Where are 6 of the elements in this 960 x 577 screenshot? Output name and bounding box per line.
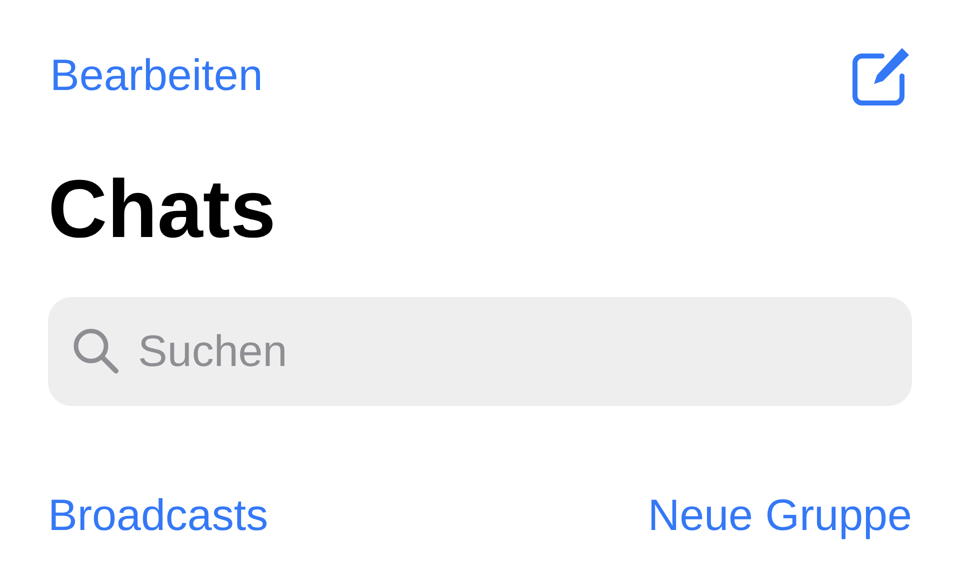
broadcasts-link[interactable]: Broadcasts [48, 494, 268, 538]
new-group-link[interactable]: Neue Gruppe [648, 494, 912, 538]
search-icon [72, 327, 120, 375]
edit-link[interactable]: Bearbeiten [50, 54, 263, 98]
page-title: Chats [48, 169, 277, 251]
search-field[interactable]: Suchen [48, 297, 912, 406]
